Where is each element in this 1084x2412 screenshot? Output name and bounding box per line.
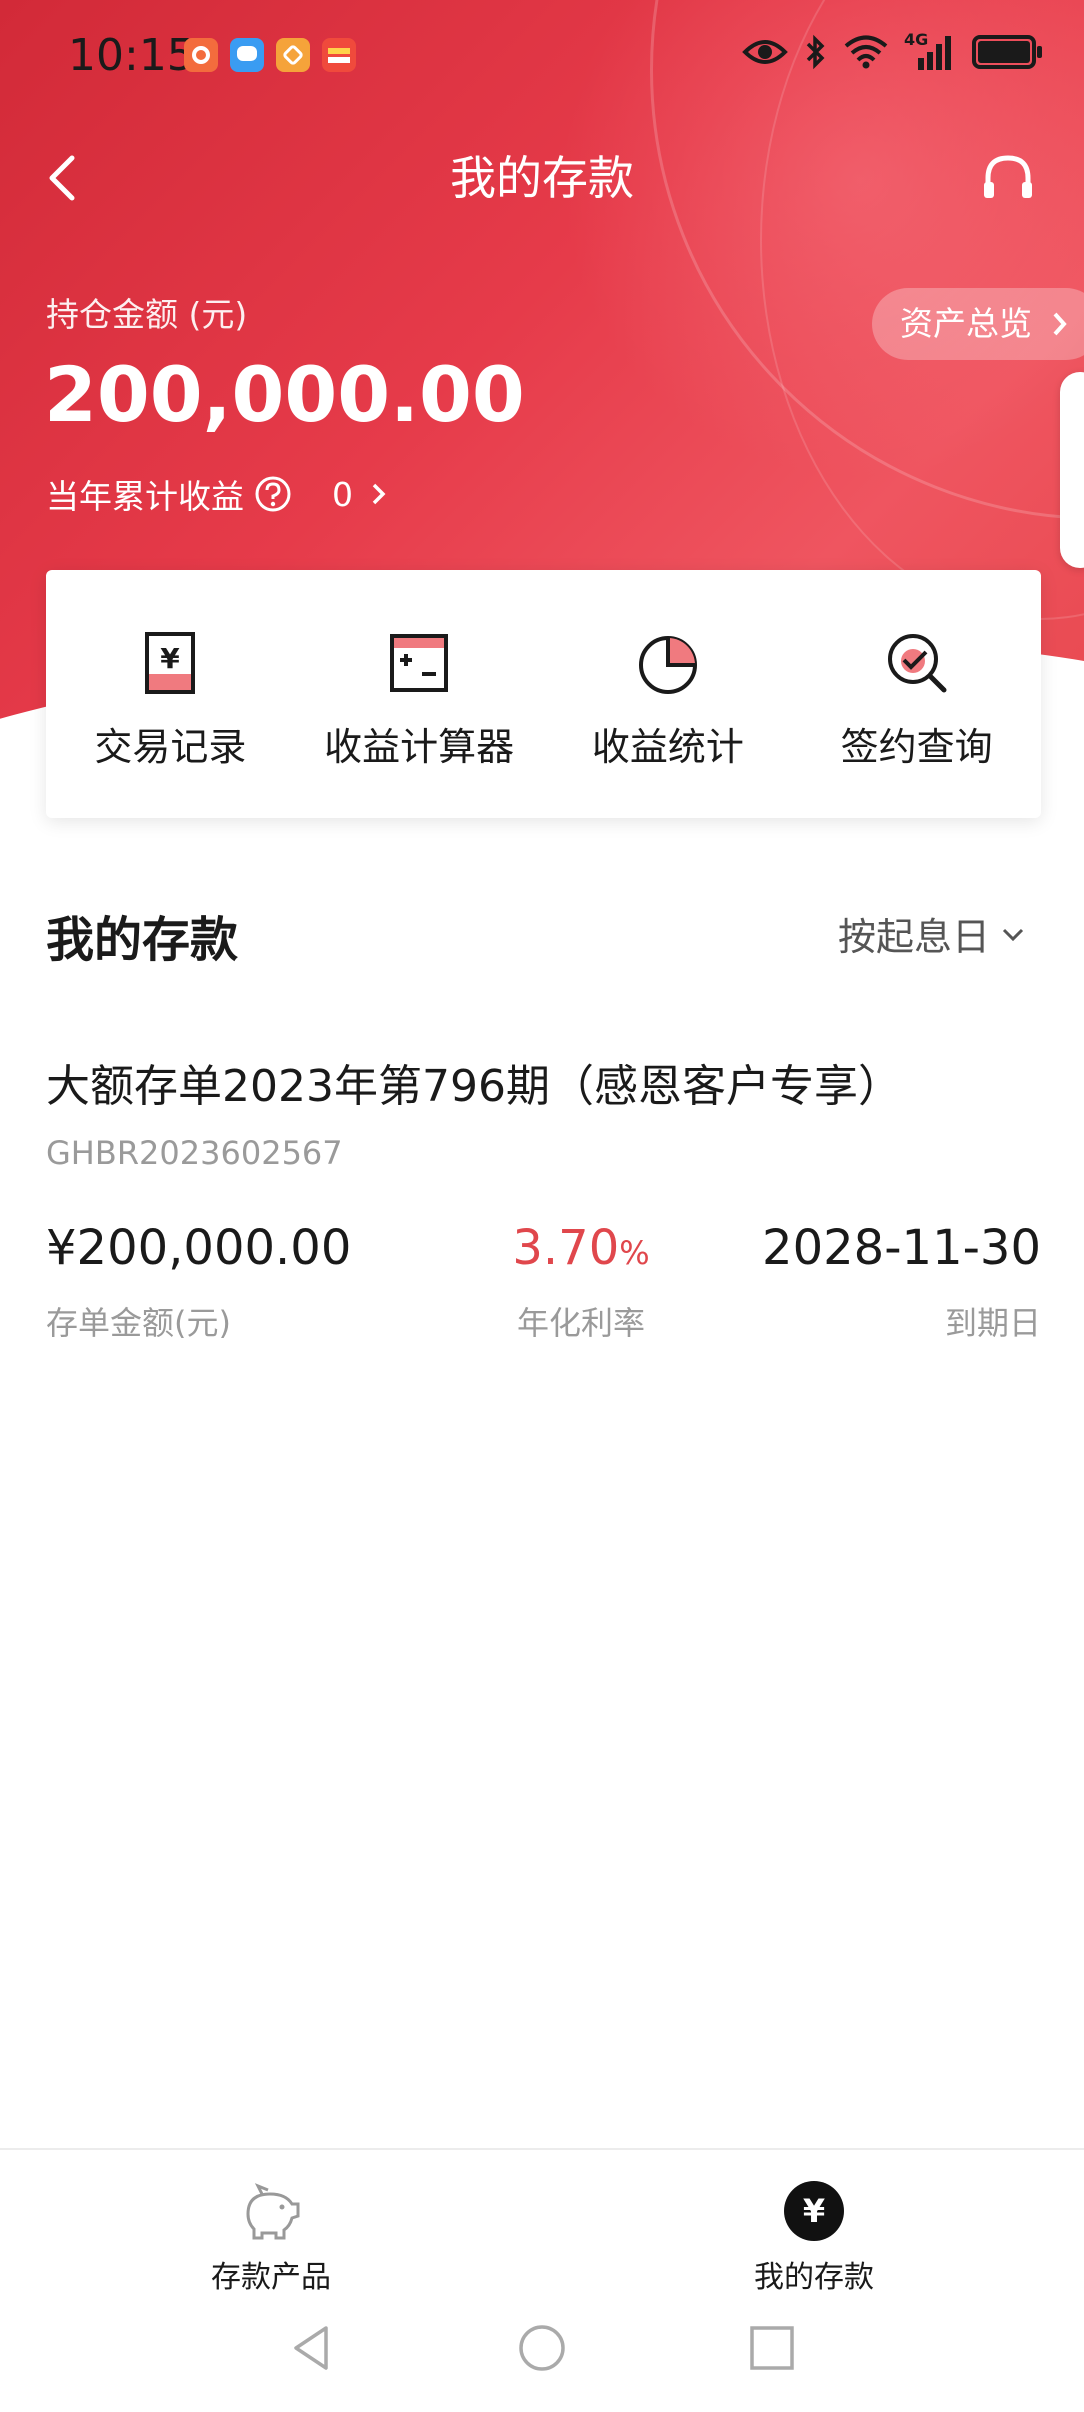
notification-icons — [184, 38, 356, 72]
yuan-coin-icon: ¥ — [784, 2181, 844, 2241]
signal-icon: 4G — [904, 30, 956, 70]
asset-overview-label: 资产总览 — [900, 304, 1032, 343]
chevron-right-icon — [1053, 312, 1067, 336]
network-type: 4G — [904, 30, 929, 49]
status-bar: 10:15 4G — [0, 0, 1084, 110]
deposit-amount-value: ¥200,000.00 — [46, 1220, 352, 1276]
yuan-receipt-icon: ¥ — [145, 632, 196, 694]
eye-icon — [742, 40, 788, 64]
annual-profit-label: 当年累计收益 — [46, 477, 244, 516]
system-recent-apps-icon[interactable] — [744, 2320, 800, 2376]
deposit-code: GHBR2023602567 — [46, 1134, 343, 1172]
bluetooth-icon — [806, 34, 825, 70]
magnifier-check-icon — [887, 634, 947, 693]
action-transaction-records[interactable]: ¥ 交易记录 — [46, 570, 295, 818]
help-icon[interactable] — [254, 475, 292, 513]
tab-my-deposits[interactable]: ¥ 我的存款 — [694, 2180, 934, 2296]
sort-label: 按起息日 — [837, 915, 990, 959]
action-label: 收益计算器 — [324, 725, 515, 769]
system-nav-bar — [0, 2292, 1084, 2412]
deposit-name: 大额存单2023年第796期（感恩客户专享） — [46, 1061, 902, 1112]
deposit-item[interactable]: 大额存单2023年第796期（感恩客户专享） GHBR2023602567 ¥2… — [46, 1050, 1041, 1360]
deposit-rate-label: 年化利率 — [516, 1304, 645, 1342]
status-time: 10:15 — [68, 30, 195, 81]
rate-number: 3.70 — [512, 1220, 620, 1276]
deposit-amount: ¥200,000.00 存单金额(元) — [46, 1220, 351, 1344]
app-notification-icon — [276, 38, 310, 72]
app-notification-icon — [184, 38, 218, 72]
page-title: 我的存款 — [450, 151, 634, 205]
system-home-icon[interactable] — [514, 2320, 570, 2376]
deposit-stats: ¥200,000.00 存单金额(元) 3.70% 年化利率 2028-11-3… — [46, 1220, 1041, 1360]
message-notification-icon — [230, 38, 264, 72]
svg-text:¥: ¥ — [161, 642, 181, 675]
holding-amount-label: 持仓金额 (元) — [46, 295, 248, 334]
tab-label: 我的存款 — [754, 2260, 874, 2295]
app-notification-icon — [322, 38, 356, 72]
quick-actions-card: ¥ 交易记录 收益计算器 收益统计 签约查询 — [46, 570, 1041, 818]
annual-profit-value: 0 — [332, 474, 353, 514]
system-back-icon[interactable] — [284, 2320, 340, 2376]
action-contract-query[interactable]: 签约查询 — [792, 570, 1041, 818]
wifi-icon — [844, 35, 888, 69]
deposit-rate: 3.70% 年化利率 — [446, 1220, 716, 1344]
bottom-tab-bar: 存款产品 ¥ 我的存款 — [0, 2148, 1084, 2295]
pie-chart-icon — [638, 636, 697, 694]
calculator-icon — [390, 634, 449, 692]
tab-deposit-products[interactable]: 存款产品 — [151, 2180, 391, 2296]
action-label: 收益统计 — [591, 725, 744, 769]
tab-label: 存款产品 — [211, 2260, 331, 2295]
action-label: 交易记录 — [94, 725, 247, 769]
chevron-down-icon — [1002, 928, 1024, 941]
annual-profit-row[interactable]: 当年累计收益 0 — [46, 470, 389, 518]
piggy-bank-icon — [246, 2183, 300, 2240]
action-profit-calculator[interactable]: 收益计算器 — [295, 570, 544, 818]
deposit-rate-value: 3.70% — [446, 1220, 716, 1276]
holding-amount-value: 200,000.00 — [44, 350, 525, 439]
deposit-maturity-label: 到期日 — [944, 1304, 1041, 1342]
chevron-right-icon — [372, 483, 386, 505]
section-title: 我的存款 — [46, 912, 239, 968]
side-drawer-handle[interactable] — [1060, 372, 1084, 568]
action-profit-statistics[interactable]: 收益统计 — [544, 570, 793, 818]
status-icons: 4G — [742, 30, 1042, 70]
deposit-maturity-value: 2028-11-30 — [762, 1220, 1041, 1276]
svg-text:¥: ¥ — [803, 2192, 825, 2230]
action-label: 签约查询 — [840, 725, 993, 769]
rate-unit: % — [619, 1234, 650, 1272]
asset-overview-button[interactable]: 资产总览 — [872, 288, 1084, 360]
headset-icon[interactable] — [980, 150, 1036, 206]
battery-icon — [972, 35, 1042, 69]
screen: 10:15 4G 我的存款 持仓金额 (元) 200,000.00 资产总览 当… — [0, 0, 1084, 2412]
deposit-amount-label: 存单金额(元) — [46, 1304, 231, 1342]
sort-dropdown[interactable]: 按起息日 — [838, 906, 1026, 961]
deposit-maturity: 2028-11-30 到期日 — [762, 1220, 1041, 1344]
